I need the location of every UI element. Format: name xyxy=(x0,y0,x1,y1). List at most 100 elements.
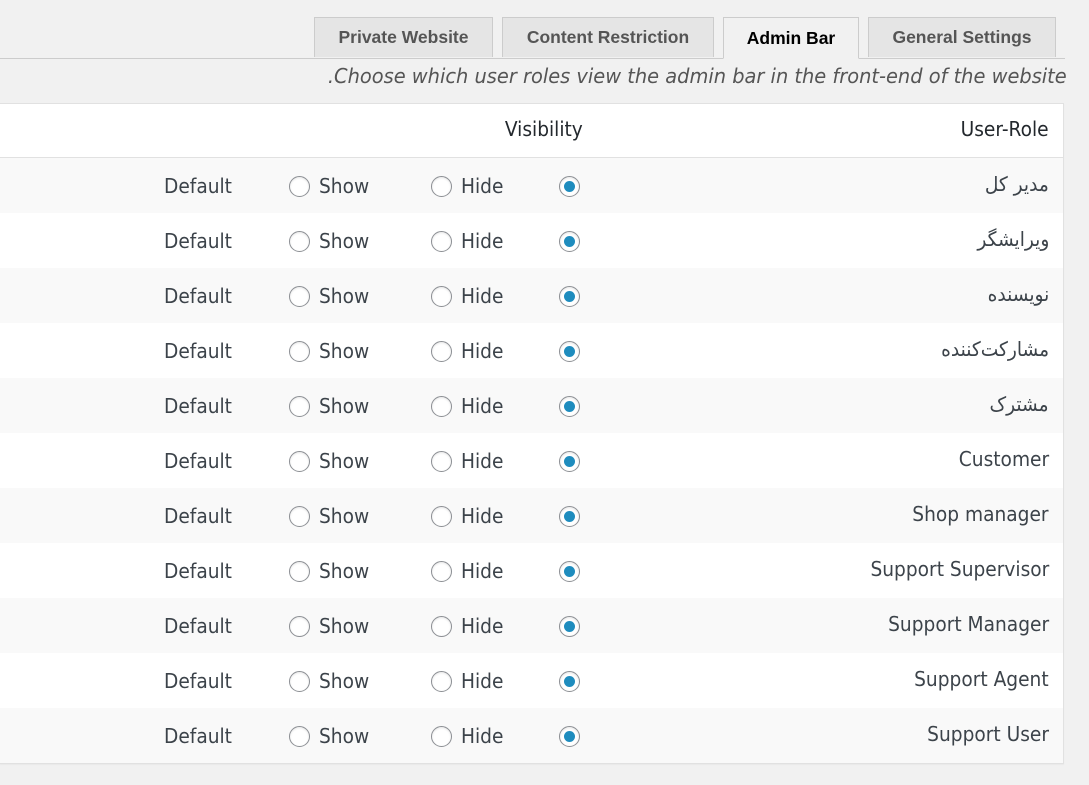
visibility-show-option[interactable]: Show xyxy=(289,613,373,639)
user-roles-table: User-Role Visibility مدیر کل Hide Show Defa… xyxy=(0,103,1064,764)
radio-hide-indicator[interactable] xyxy=(431,725,452,747)
visibility-hide-option[interactable]: Hide xyxy=(431,503,507,529)
hide-label: Hide xyxy=(461,504,504,528)
visibility-show-option[interactable]: Show xyxy=(289,558,373,584)
visibility-default-radio[interactable] xyxy=(559,613,580,639)
radio-hide-indicator[interactable] xyxy=(431,560,452,582)
radio-default-indicator[interactable] xyxy=(559,725,580,747)
radio-default-indicator[interactable] xyxy=(559,230,580,252)
radio-default-indicator[interactable] xyxy=(559,450,580,472)
visibility-hide-option[interactable]: Hide xyxy=(431,393,507,419)
radio-hide-indicator[interactable] xyxy=(431,505,452,527)
default-option-label: Default xyxy=(164,613,237,639)
radio-hide-indicator[interactable] xyxy=(431,670,452,692)
hide-label: Hide xyxy=(461,669,504,693)
visibility-hide-option[interactable]: Hide xyxy=(431,228,507,254)
radio-show-indicator[interactable] xyxy=(289,395,310,417)
radio-show-indicator[interactable] xyxy=(289,340,310,362)
tab-admin-bar[interactable]: Admin Bar xyxy=(723,17,859,59)
default-label: Default xyxy=(164,614,232,638)
role-label: Support Supervisor xyxy=(870,557,1049,581)
visibility-show-option[interactable]: Show xyxy=(289,393,373,419)
radio-hide-indicator[interactable] xyxy=(431,615,452,637)
default-option-label: Default xyxy=(164,338,237,364)
page-description: .Choose which user roles view the admin … xyxy=(328,64,1067,88)
visibility-hide-option[interactable]: Hide xyxy=(431,338,507,364)
radio-show-indicator[interactable] xyxy=(289,560,310,582)
visibility-default-radio[interactable] xyxy=(559,558,580,584)
radio-show-indicator[interactable] xyxy=(289,230,310,252)
visibility-hide-option[interactable]: Hide xyxy=(431,448,507,474)
radio-default-indicator[interactable] xyxy=(559,285,580,307)
show-label: Show xyxy=(319,669,370,693)
default-option-label: Default xyxy=(164,668,237,694)
default-label: Default xyxy=(164,504,232,528)
visibility-default-radio[interactable] xyxy=(559,228,580,254)
visibility-show-option[interactable]: Show xyxy=(289,503,373,529)
visibility-hide-option[interactable]: Hide xyxy=(431,283,507,309)
tab-general-settings[interactable]: General Settings xyxy=(868,17,1056,57)
visibility-hide-option[interactable]: Hide xyxy=(431,723,507,749)
role-label: مدیر کل xyxy=(984,172,1049,196)
radio-hide-indicator[interactable] xyxy=(431,340,452,362)
visibility-show-option[interactable]: Show xyxy=(289,283,373,309)
visibility-show-option[interactable]: Show xyxy=(289,668,373,694)
table-row: ویرایشگر Hide Show Default xyxy=(0,213,1063,268)
radio-hide-indicator[interactable] xyxy=(431,175,452,197)
role-label: Shop manager xyxy=(912,502,1049,526)
radio-default-indicator[interactable] xyxy=(559,175,580,197)
visibility-default-radio[interactable] xyxy=(559,448,580,474)
role-label: Support User xyxy=(927,722,1049,746)
radio-default-indicator[interactable] xyxy=(559,505,580,527)
default-label: Default xyxy=(164,669,232,693)
visibility-default-radio[interactable] xyxy=(559,173,580,199)
visibility-default-radio[interactable] xyxy=(559,283,580,309)
table-row: مشارکت‌کننده Hide Show Default xyxy=(0,323,1063,378)
default-option-label: Default xyxy=(164,393,237,419)
radio-show-indicator[interactable] xyxy=(289,725,310,747)
default-label: Default xyxy=(164,339,232,363)
radio-default-indicator[interactable] xyxy=(559,395,580,417)
radio-hide-indicator[interactable] xyxy=(431,285,452,307)
visibility-hide-option[interactable]: Hide xyxy=(431,558,507,584)
visibility-hide-option[interactable]: Hide xyxy=(431,668,507,694)
show-label: Show xyxy=(319,559,370,583)
radio-default-indicator[interactable] xyxy=(559,340,580,362)
visibility-show-option[interactable]: Show xyxy=(289,173,373,199)
visibility-default-radio[interactable] xyxy=(559,668,580,694)
default-option-label: Default xyxy=(164,228,237,254)
visibility-hide-option[interactable]: Hide xyxy=(431,613,507,639)
radio-show-indicator[interactable] xyxy=(289,175,310,197)
table-row: Support User Hide Show Default xyxy=(0,708,1063,763)
hide-label: Hide xyxy=(461,284,504,308)
radio-hide-indicator[interactable] xyxy=(431,395,452,417)
hide-label: Hide xyxy=(461,449,504,473)
visibility-default-radio[interactable] xyxy=(559,393,580,419)
radio-show-indicator[interactable] xyxy=(289,670,310,692)
show-label: Show xyxy=(319,339,370,363)
visibility-hide-option[interactable]: Hide xyxy=(431,173,507,199)
visibility-default-radio[interactable] xyxy=(559,503,580,529)
radio-show-indicator[interactable] xyxy=(289,615,310,637)
default-label: Default xyxy=(164,394,232,418)
default-option-label: Default xyxy=(164,173,237,199)
visibility-default-radio[interactable] xyxy=(559,338,580,364)
visibility-default-radio[interactable] xyxy=(559,723,580,749)
radio-show-indicator[interactable] xyxy=(289,285,310,307)
radio-show-indicator[interactable] xyxy=(289,505,310,527)
radio-default-indicator[interactable] xyxy=(559,670,580,692)
radio-hide-indicator[interactable] xyxy=(431,230,452,252)
radio-default-indicator[interactable] xyxy=(559,615,580,637)
tab-private-website[interactable]: Private Website xyxy=(314,17,493,57)
visibility-show-option[interactable]: Show xyxy=(289,723,373,749)
visibility-show-option[interactable]: Show xyxy=(289,338,373,364)
radio-hide-indicator[interactable] xyxy=(431,450,452,472)
default-option-label: Default xyxy=(164,558,237,584)
radio-default-indicator[interactable] xyxy=(559,560,580,582)
visibility-show-option[interactable]: Show xyxy=(289,448,373,474)
visibility-show-option[interactable]: Show xyxy=(289,228,373,254)
default-label: Default xyxy=(164,284,232,308)
radio-show-indicator[interactable] xyxy=(289,450,310,472)
tab-content-restriction[interactable]: Content Restriction xyxy=(502,17,714,57)
default-option-label: Default xyxy=(164,503,237,529)
